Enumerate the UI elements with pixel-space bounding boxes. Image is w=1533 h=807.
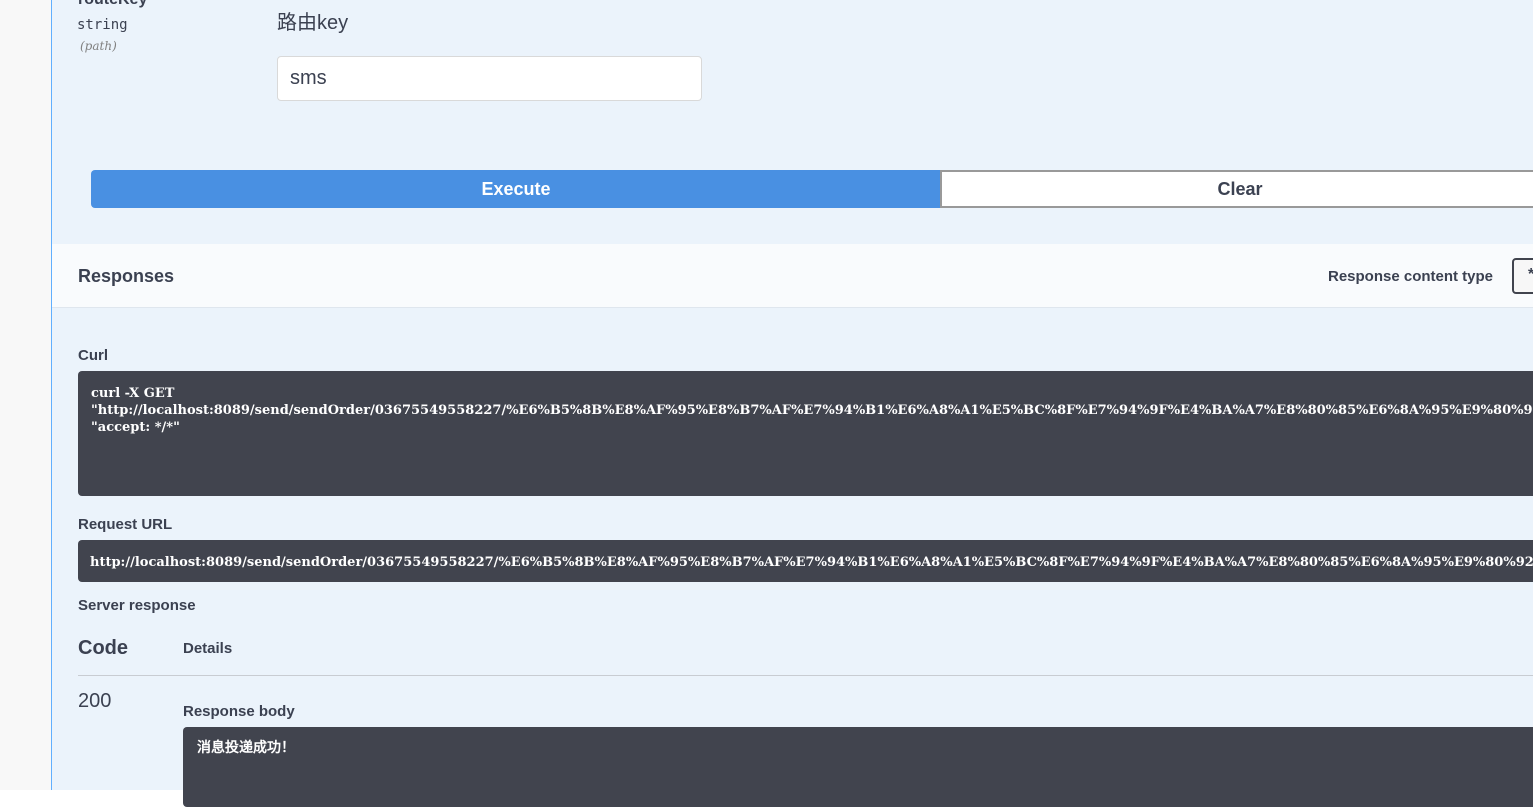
response-content-type-label: Response content type [1328,268,1494,285]
curl-line-3: "accept: */*" [91,420,180,435]
curl-line-1: curl -X GET [91,386,175,401]
left-gutter [0,0,51,790]
table-divider [78,675,1533,676]
parameter-name: routeKey [78,0,147,9]
response-body-label: Response body [183,703,295,720]
curl-line-2: "http://localhost:8089/send/sendOrder/03… [91,403,1533,418]
response-body-block: 消息投递成功！ [183,727,1533,807]
required-marker: * [209,0,214,2]
parameter-location: (path) [80,39,117,53]
response-content-type-select[interactable]: */* [1512,258,1533,294]
details-column-header: Details [183,640,233,657]
responses-title: Responses [78,266,175,286]
responses-header: Responses Response content type */* [52,244,1533,308]
clear-button[interactable]: Clear [940,170,1533,208]
curl-command-block: curl -X GET "http://localhost:8089/send/s… [78,371,1533,496]
request-url-value: http://localhost:8089/send/sendOrder/036… [90,555,1533,570]
operation-panel: routeKey * string (path) 路由key Execute C… [51,0,1533,807]
status-code: 200 [78,690,112,712]
code-column-header: Code [78,637,128,659]
execute-button[interactable]: Execute [91,170,941,208]
parameter-description: 路由key [277,12,349,34]
curl-label: Curl [78,347,108,364]
server-response-label: Server response [78,597,196,614]
route-key-input[interactable] [277,56,702,101]
request-url-block: http://localhost:8089/send/sendOrder/036… [78,540,1533,582]
parameter-type: string [77,17,128,33]
response-body-text: 消息投递成功！ [197,740,295,756]
request-url-label: Request URL [78,516,173,533]
